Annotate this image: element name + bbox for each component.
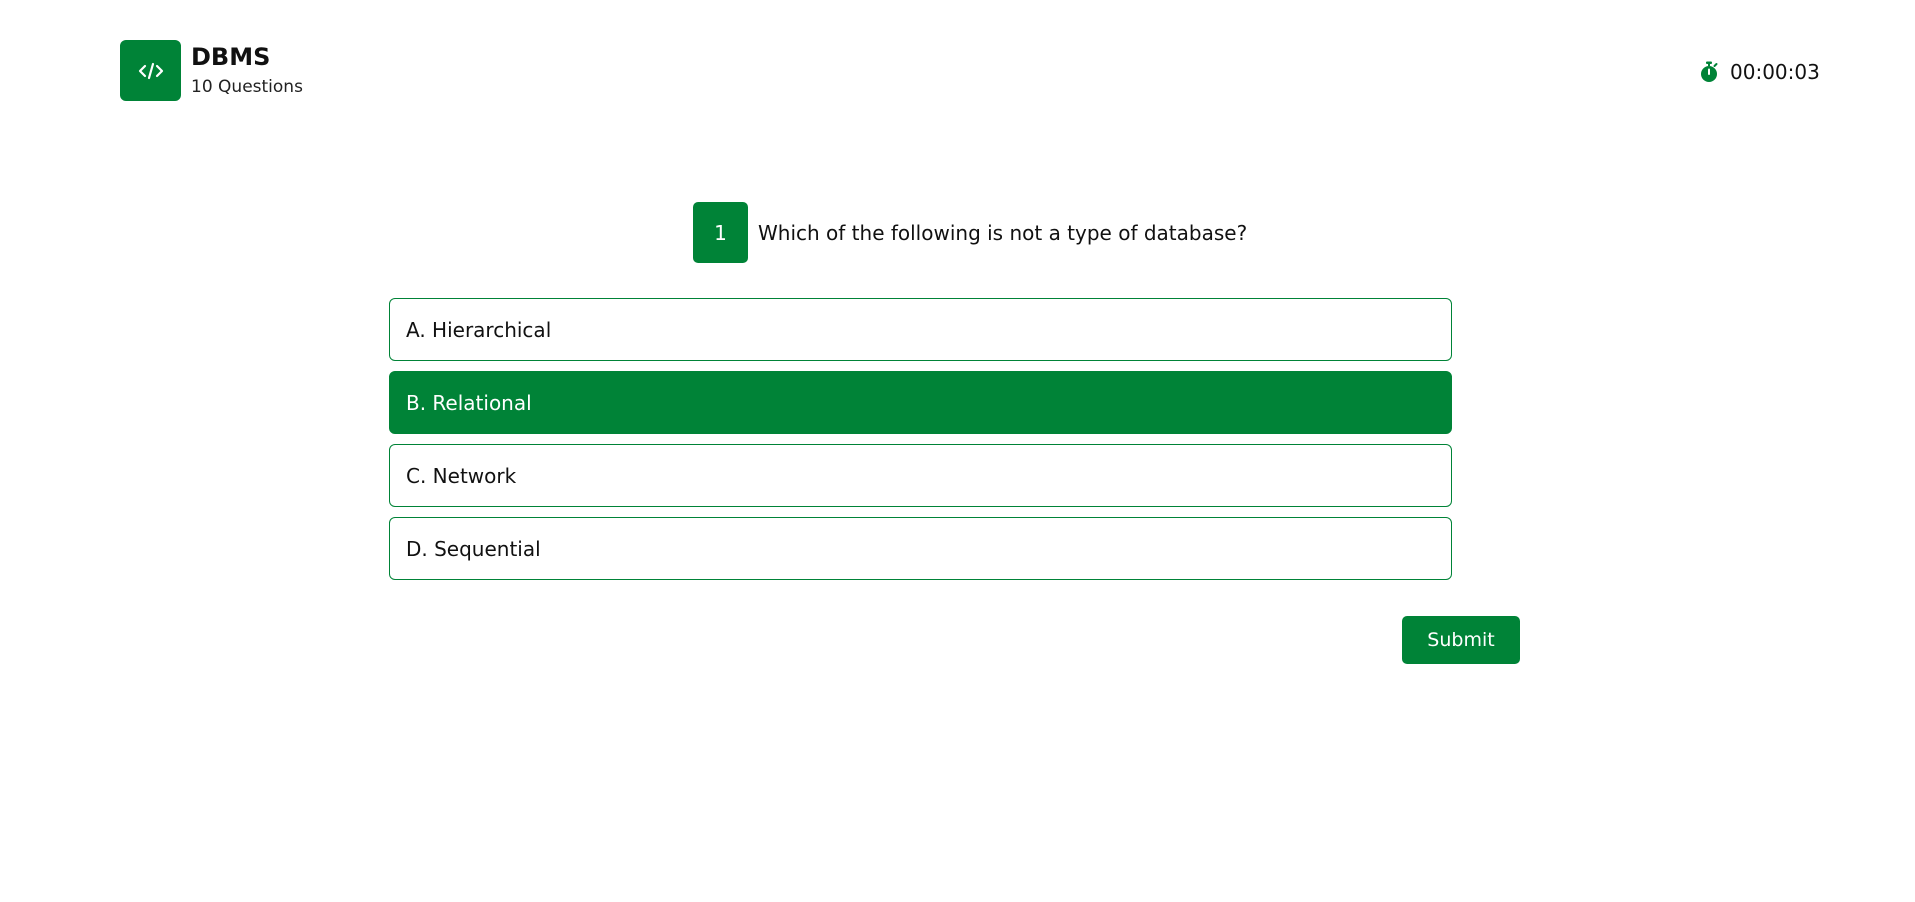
question-number-badge: 1 [693, 202, 748, 263]
quiz-header: DBMS 10 Questions [120, 40, 303, 101]
option-a[interactable]: A. Hierarchical [389, 298, 1452, 361]
timer: 00:00:03 [1699, 59, 1820, 85]
stopwatch-icon [1699, 60, 1719, 84]
question-count: 10 Questions [191, 77, 303, 97]
question-text: Which of the following is not a type of … [758, 220, 1248, 245]
answer-options: A. Hierarchical B. Relational C. Network… [389, 298, 1452, 590]
option-d[interactable]: D. Sequential [389, 517, 1452, 580]
option-b[interactable]: B. Relational [389, 371, 1452, 434]
quiz-title: DBMS [191, 43, 271, 71]
quiz-title-block: DBMS 10 Questions [191, 40, 303, 98]
submit-button[interactable]: Submit [1402, 616, 1520, 664]
timer-value: 00:00:03 [1730, 60, 1820, 84]
code-icon-glyph [138, 62, 163, 79]
code-icon [120, 40, 181, 101]
question: 1 Which of the following is not a type o… [693, 202, 1247, 263]
option-c[interactable]: C. Network [389, 444, 1452, 507]
quiz-app: DBMS 10 Questions 00:00:03 1 Which of th… [0, 0, 1915, 902]
